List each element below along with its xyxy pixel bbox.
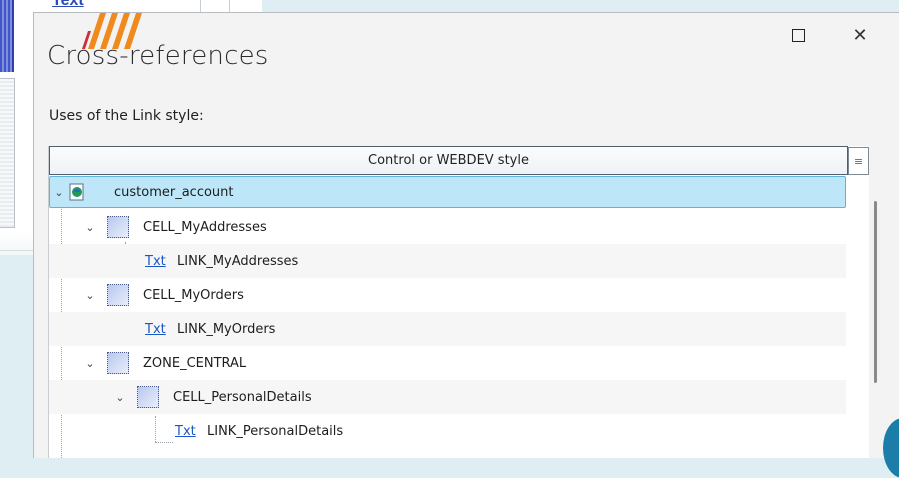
link-text-icon: Txt bbox=[175, 423, 196, 439]
tree-row-label: CELL_MyAddresses bbox=[143, 219, 267, 235]
uses-label: Uses of the Link style: bbox=[49, 108, 204, 124]
close-button[interactable]: ✕ bbox=[848, 23, 872, 47]
chevron-down-icon[interactable]: ⌄ bbox=[113, 391, 127, 404]
tree-row-cell-personaldetails[interactable]: ⌄ CELL_PersonalDetails bbox=[49, 380, 846, 414]
chevron-down-icon[interactable]: ⌄ bbox=[83, 357, 97, 370]
background-blue-strip bbox=[0, 0, 14, 72]
chevron-down-icon[interactable]: ⌄ bbox=[83, 289, 97, 302]
project-icon bbox=[69, 183, 84, 201]
tree-row-link-personaldetails[interactable]: Txt LINK_PersonalDetails bbox=[49, 414, 846, 448]
column-header-control-style[interactable]: Control or WEBDEV style bbox=[49, 146, 848, 175]
cell-icon bbox=[107, 352, 129, 374]
tree-row-label: LINK_MyAddresses bbox=[177, 253, 299, 269]
tree-row-label: LINK_MyOrders bbox=[177, 321, 276, 337]
cell-icon bbox=[107, 284, 129, 306]
tree-row-label: LINK_PersonalDetails bbox=[207, 423, 344, 439]
background-panel-edge bbox=[0, 78, 15, 228]
maximize-button[interactable] bbox=[786, 23, 810, 47]
column-menu-button[interactable]: ≡ bbox=[848, 147, 869, 175]
tree-row-customer-account[interactable]: ⌄ customer_account bbox=[49, 176, 846, 208]
background-text-link: Text bbox=[52, 0, 84, 9]
tree-row-label: CELL_MyOrders bbox=[143, 287, 244, 303]
link-text-icon: Txt bbox=[145, 321, 166, 337]
tree-row-cell-myorders[interactable]: ⌄ CELL_MyOrders bbox=[49, 278, 846, 312]
tree-row-link-myaddresses[interactable]: Txt LINK_MyAddresses bbox=[49, 244, 846, 278]
maximize-icon bbox=[791, 28, 805, 42]
tree-row-label: ZONE_CENTRAL bbox=[143, 355, 247, 371]
cell-icon bbox=[107, 216, 129, 238]
tree-row-link-myorders[interactable]: Txt LINK_MyOrders bbox=[49, 312, 846, 346]
close-icon: ✕ bbox=[852, 24, 868, 46]
tree-row-label: CELL_PersonalDetails bbox=[173, 389, 312, 405]
chevron-down-icon[interactable]: ⌄ bbox=[83, 221, 97, 234]
tree-row-zone-central[interactable]: ⌄ ZONE_CENTRAL bbox=[49, 346, 846, 380]
link-text-icon: Txt bbox=[145, 253, 166, 269]
menu-lines-icon: ≡ bbox=[853, 154, 864, 168]
cross-reference-tree[interactable]: Control or WEBDEV style ≡ ⌄ customer_acc… bbox=[48, 146, 869, 458]
dialog-title: Cross-references bbox=[47, 41, 269, 71]
vertical-scrollbar-thumb[interactable] bbox=[874, 201, 877, 383]
cross-references-dialog: Cross-references ✕ Uses of the Link styl… bbox=[33, 12, 899, 458]
tree-row-label: customer_account bbox=[114, 184, 234, 200]
cell-icon bbox=[137, 386, 159, 408]
chevron-down-icon[interactable]: ⌄ bbox=[52, 186, 66, 199]
tree-row-cell-myaddresses[interactable]: ⌄ CELL_MyAddresses bbox=[49, 210, 846, 244]
